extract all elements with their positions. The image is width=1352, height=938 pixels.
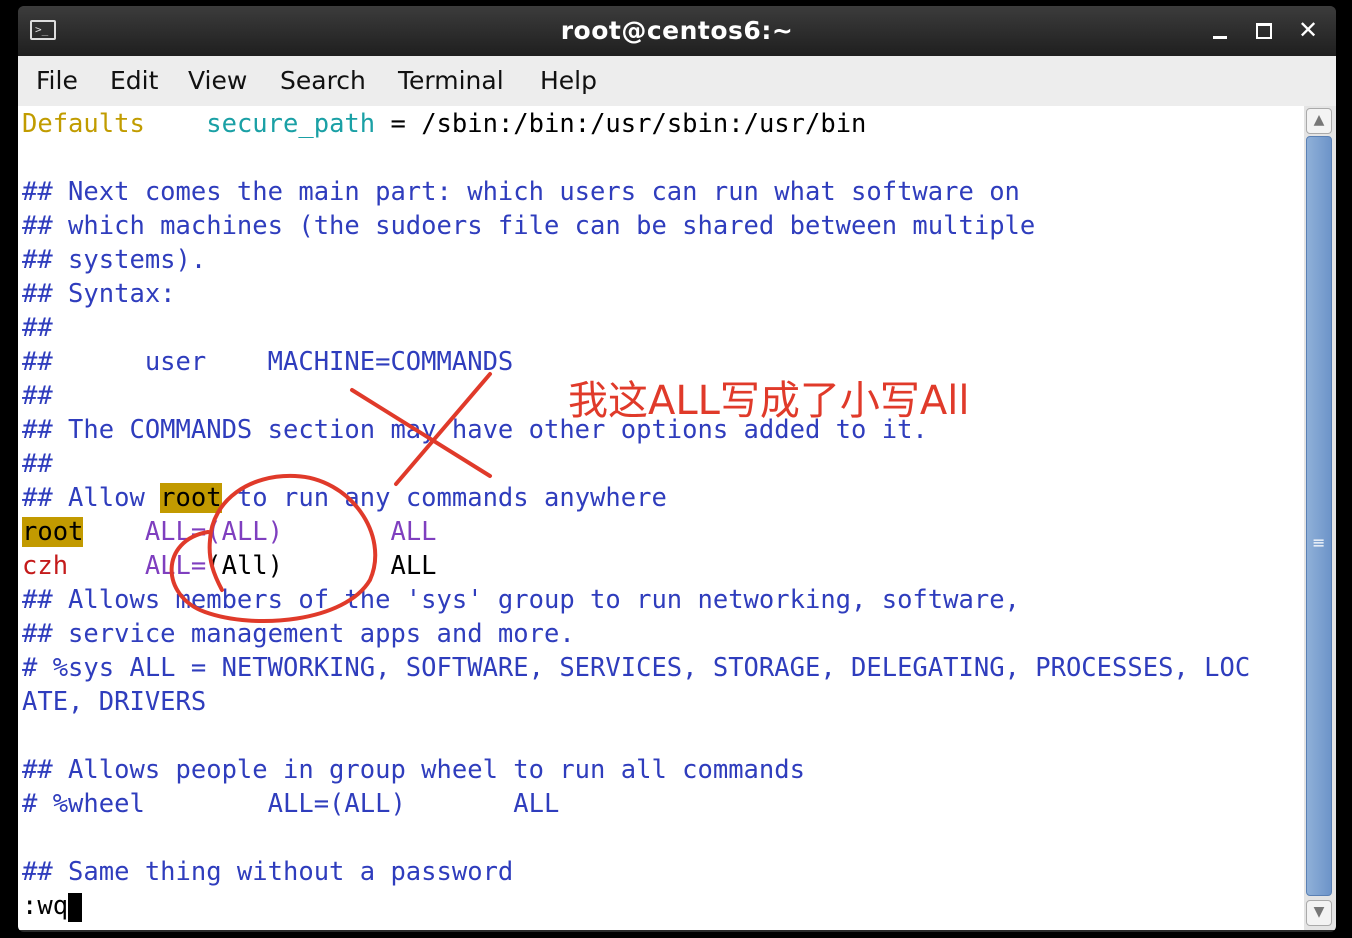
defaults-keyword: Defaults xyxy=(22,109,145,139)
terminal-window: >_ root@centos6:~ ✕ File Edit View Searc… xyxy=(18,6,1336,932)
menu-edit[interactable]: Edit xyxy=(110,66,158,95)
comment-line: ## xyxy=(22,381,53,411)
grip-icon: ≡ xyxy=(1312,533,1326,552)
comment-text: ## Allow xyxy=(22,483,161,513)
menu-terminal[interactable]: Terminal xyxy=(398,66,504,95)
root-user: root xyxy=(22,517,84,547)
comment-line: # %wheel ALL=(ALL) ALL xyxy=(22,789,560,819)
comment-line: ## Same thing without a password xyxy=(22,857,514,887)
comment-line: ## xyxy=(22,449,53,479)
window-title: root@centos6:~ xyxy=(560,16,794,45)
czh-spec: ALL= xyxy=(68,551,207,581)
root-spec: ALL=(ALL) xyxy=(83,517,391,547)
czh-user: czh xyxy=(22,551,69,581)
comment-line: ## Allows people in group wheel to run a… xyxy=(22,755,805,785)
comment-line: ## systems). xyxy=(22,245,207,275)
czh-command: ALL xyxy=(283,551,437,581)
czh-runas: (All) xyxy=(206,551,283,581)
annotation-text: 我这ALL写成了小写All xyxy=(568,378,970,424)
scrollbar-thumb[interactable]: ≡ xyxy=(1306,136,1332,896)
comment-line: ## Syntax: xyxy=(22,279,176,309)
comment-line: ## Allows members of the 'sys' group to … xyxy=(22,585,1020,615)
secure-path-value: = /sbin:/bin:/usr/sbin:/usr/bin xyxy=(375,109,867,139)
menu-bar: File Edit View Search Terminal Help xyxy=(18,56,1336,106)
czh-rule-line: czh ALL=(All) ALL xyxy=(22,549,437,583)
comment-line: ## xyxy=(22,313,53,343)
text-cursor xyxy=(68,892,83,922)
comment-line: ## user MACHINE=COMMANDS xyxy=(22,347,514,377)
command-text: :wq xyxy=(22,891,69,921)
chevron-up-icon[interactable]: ▲ xyxy=(1306,108,1332,134)
comment-line: ATE, DRIVERS xyxy=(22,687,207,717)
secure-path-line: Defaults secure_path = /sbin:/bin:/usr/s… xyxy=(22,107,866,141)
comment-line: ## Next comes the main part: which users… xyxy=(22,177,1020,207)
menu-help[interactable]: Help xyxy=(540,66,597,95)
title-bar[interactable]: >_ root@centos6:~ ✕ xyxy=(18,6,1336,56)
search-highlight: root xyxy=(160,483,222,513)
comment-line: ## which machines (the sudoers file can … xyxy=(22,211,1036,241)
minimize-icon[interactable] xyxy=(1208,18,1232,42)
root-rule-line: root ALL=(ALL) ALL xyxy=(22,515,437,549)
terminal-content[interactable]: Defaults secure_path = /sbin:/bin:/usr/s… xyxy=(18,106,1304,930)
comment-line: ## Allow root to run any commands anywhe… xyxy=(22,481,667,515)
menu-view[interactable]: View xyxy=(188,66,247,95)
command-line[interactable]: :wq xyxy=(22,889,83,923)
comment-line: ## service management apps and more. xyxy=(22,619,575,649)
comment-text: to run any commands anywhere xyxy=(221,483,667,513)
secure-path-keyword: secure_path xyxy=(206,109,376,139)
close-icon[interactable]: ✕ xyxy=(1296,18,1320,42)
comment-line: # %sys ALL = NETWORKING, SOFTWARE, SERVI… xyxy=(22,653,1251,683)
menu-search[interactable]: Search xyxy=(280,66,366,95)
maximize-icon[interactable] xyxy=(1252,18,1276,42)
vertical-scrollbar[interactable]: ▲ ≡ ▼ xyxy=(1304,106,1336,930)
menu-file[interactable]: File xyxy=(36,66,78,95)
chevron-down-icon[interactable]: ▼ xyxy=(1306,900,1332,926)
root-command: ALL xyxy=(390,517,437,547)
